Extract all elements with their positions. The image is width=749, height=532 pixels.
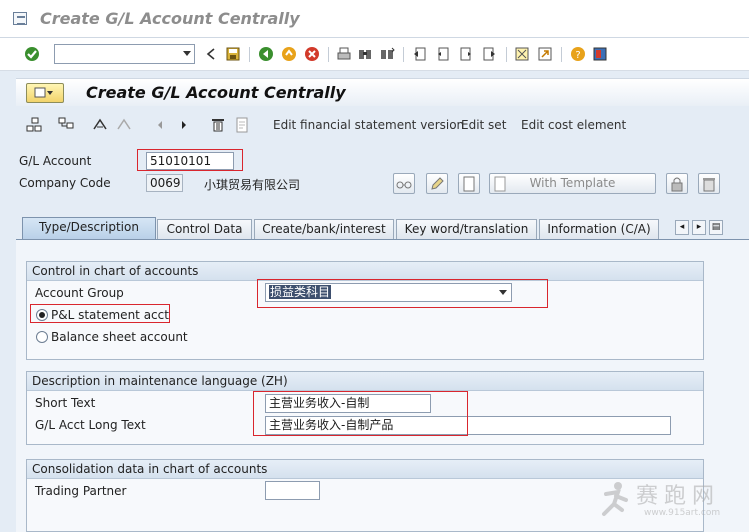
tab-create-bank-interest[interactable]: Create/bank/interest [254, 219, 394, 239]
edit-button[interactable] [426, 173, 448, 194]
account-group-highlight [257, 279, 548, 308]
glasses-icon [396, 181, 412, 189]
tab-information-ca[interactable]: Information (C/A) [539, 219, 659, 239]
delete-icon[interactable] [210, 117, 226, 133]
consolidation-group-title: Consolidation data in chart of accounts [27, 460, 703, 479]
document-icon[interactable] [234, 117, 250, 133]
last-page-icon[interactable] [481, 46, 497, 62]
screen-header: Create G/L Account Centrally [16, 78, 749, 106]
chevron-down-icon[interactable] [183, 51, 191, 56]
trash-icon [703, 178, 715, 192]
pl-highlight [30, 304, 170, 323]
lock-icon [671, 177, 683, 192]
company-code-label: Company Code [19, 176, 111, 190]
trading-partner-field[interactable] [265, 481, 320, 500]
system-toolbar: ? [0, 38, 749, 71]
template-icon [494, 176, 506, 192]
other-object-icon[interactable] [116, 117, 132, 133]
pencil-icon [431, 177, 444, 190]
title-bar: Create G/L Account Centrally [0, 0, 749, 38]
company-name: 小琪贸易有限公司 [204, 178, 301, 192]
radio-balance-sheet[interactable] [36, 331, 48, 343]
gl-account-label: G/L Account [19, 154, 92, 168]
next-page-icon[interactable] [458, 46, 474, 62]
glasses-button[interactable] [393, 173, 415, 194]
cancel-icon[interactable] [304, 46, 320, 62]
account-group-label: Account Group [35, 286, 124, 300]
find-next-icon[interactable] [379, 46, 395, 62]
first-page-icon[interactable] [412, 46, 428, 62]
structure-icon[interactable] [58, 117, 74, 133]
exit-icon[interactable] [281, 46, 297, 62]
tab-key-word-translation[interactable]: Key word/translation [396, 219, 537, 239]
tab-list-icon[interactable]: ▤ [709, 220, 723, 235]
new-session-icon[interactable] [514, 46, 530, 62]
command-field[interactable] [54, 44, 195, 64]
with-template-label: With Template [529, 176, 616, 190]
description-highlight [253, 391, 468, 436]
help-icon[interactable]: ? [570, 46, 586, 62]
lock-button[interactable] [666, 173, 688, 194]
window-title: Create G/L Account Centrally [40, 9, 300, 28]
enter-icon[interactable] [24, 46, 40, 62]
save-icon[interactable] [225, 46, 241, 62]
find-icon[interactable] [357, 46, 373, 62]
fast-entry-button[interactable] [26, 83, 64, 103]
long-text-label: G/L Acct Long Text [35, 418, 146, 432]
shortcut-icon[interactable] [537, 46, 553, 62]
print-icon[interactable] [336, 46, 352, 62]
customize-layout-icon[interactable] [592, 46, 608, 62]
tab-control-data[interactable]: Control Data [157, 219, 252, 239]
back-icon[interactable] [258, 46, 274, 62]
fast-entry-icon [34, 87, 53, 98]
tab-scroll-right-icon[interactable]: ▸ [692, 220, 706, 235]
description-group-title: Description in maintenance language (ZH) [27, 372, 703, 391]
gl-account-highlight [137, 149, 243, 171]
tab-type-description[interactable]: Type/Description [22, 217, 156, 239]
new-button[interactable] [458, 173, 480, 194]
edit-fs-version-link[interactable]: Edit financial statement version [273, 118, 464, 132]
edit-cost-element-link[interactable]: Edit cost element [521, 118, 626, 132]
blank-page-icon [463, 176, 475, 192]
hierarchy-icon[interactable] [26, 117, 42, 133]
trash-button[interactable] [698, 173, 720, 194]
tab-scroll-left-icon[interactable]: ◂ [675, 220, 689, 235]
edit-set-link[interactable]: Edit set [461, 118, 506, 132]
previous-entry-icon[interactable] [152, 117, 168, 133]
screen-title: Create G/L Account Centrally [86, 83, 346, 102]
short-text-label: Short Text [35, 396, 96, 410]
with-template-button[interactable]: With Template [489, 173, 656, 194]
svg-text:?: ? [575, 50, 580, 61]
application-toolbar: Edit financial statement version Edit se… [16, 112, 749, 138]
menu-icon[interactable] [13, 12, 27, 25]
watermark: 赛跑网 www.915art.com [596, 478, 746, 528]
company-code-field[interactable]: 0069 [146, 174, 183, 192]
trading-partner-label: Trading Partner [35, 484, 127, 498]
next-entry-icon[interactable] [176, 117, 192, 133]
collapse-icon[interactable] [203, 46, 219, 62]
radio-bs-label: Balance sheet account [51, 330, 188, 344]
watermark-text: 赛跑网 [636, 484, 721, 509]
previous-page-icon[interactable] [435, 46, 451, 62]
change-display-icon[interactable] [92, 117, 108, 133]
runner-logo-icon [602, 482, 628, 516]
watermark-url: www.915art.com [644, 508, 721, 518]
